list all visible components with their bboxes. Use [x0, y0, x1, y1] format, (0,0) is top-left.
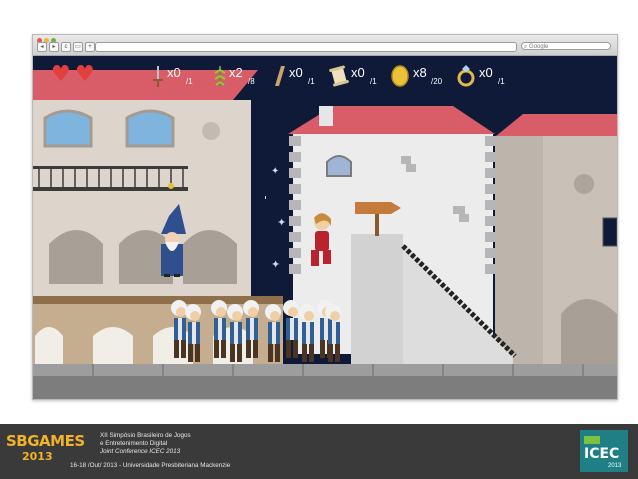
hud-item-scroll: x0 /1 [329, 64, 389, 90]
hud-item-ring: x0 /1 [455, 64, 521, 90]
herb-total: /8 [248, 77, 255, 86]
plank-total: /1 [308, 77, 315, 86]
herb-count: x2 [229, 65, 243, 80]
icec-logo-year: 2013 [608, 463, 622, 469]
footer-line-3: Joint Conference ICEC 2013 [100, 448, 181, 455]
icec-logo-text: ICEC [584, 446, 620, 462]
herb-icon [214, 66, 226, 86]
sword-icon [153, 66, 163, 87]
icec-logo: ICEC 2013 [580, 430, 628, 472]
coin-icon [391, 65, 409, 87]
ring-total: /1 [498, 77, 505, 86]
footer-line-2: e Entretenimento Digital [100, 440, 168, 447]
street [33, 376, 617, 399]
forward-button[interactable]: ▸ [49, 42, 59, 52]
address-bar[interactable] [95, 42, 517, 52]
svg-text:✦: ✦ [271, 258, 280, 271]
back-button[interactable]: ◂ [37, 42, 47, 52]
building-left [33, 70, 258, 306]
hud-item-coin: x8 /20 [391, 64, 457, 90]
sbgames-logo-year: 2013 [22, 450, 53, 463]
hud-item-sword: x0 /1 [151, 64, 211, 90]
sword-total: /1 [186, 77, 193, 86]
browser-window: ◂ ▸ c ▭ + ⌕ Google ✦ ✦ ✦ ♥ ♥ x0 /1 x2 /8… [32, 34, 618, 400]
browser-toolbar: ◂ ▸ c ▭ + ⌕ Google [33, 35, 617, 56]
svg-text:✦: ✦ [271, 166, 279, 177]
heart-icon: ♥ [75, 62, 95, 87]
game-scene: ✦ ✦ ✦ [33, 56, 617, 399]
scroll-count: x0 [351, 65, 365, 80]
plank-count: x0 [289, 65, 303, 80]
lives-hearts: ♥ ♥ [51, 62, 101, 87]
hud-item-plank: x0 /1 [269, 64, 329, 90]
sidewalk [33, 364, 617, 376]
search-icon: ⌕ [524, 44, 528, 50]
sbgames-logo: SBGAMES 2013 [6, 432, 85, 470]
scroll-total: /1 [370, 77, 377, 86]
sbgames-logo-text: SBGAMES [6, 432, 85, 450]
svg-text:✦: ✦ [277, 216, 286, 229]
screen-button[interactable]: ▭ [73, 42, 83, 52]
search-placeholder: Google [529, 44, 549, 50]
icec-logo-mark [584, 436, 600, 444]
building-right [495, 114, 617, 366]
sword-count: x0 [167, 65, 181, 80]
scroll-icon [329, 65, 349, 87]
conference-footer: SBGAMES 2013 XII Simpósio Brasileiro de … [0, 424, 638, 479]
game-viewport[interactable]: ✦ ✦ ✦ ♥ ♥ x0 /1 x2 /8 x0 /1 x0 /1 x8 /20… [33, 56, 617, 399]
coin-total: /20 [431, 77, 443, 86]
reload-button[interactable]: c [61, 42, 71, 52]
footer-line-1: XII Simpósio Brasileiro de Jogos [100, 432, 191, 439]
coin-count: x8 [413, 65, 427, 80]
new-tab-button[interactable]: + [85, 42, 95, 52]
plank-icon [275, 66, 285, 86]
ring-icon [457, 65, 475, 87]
footer-line-4: 16-18 /Out/ 2013 - Universidade Presbite… [70, 462, 231, 469]
heart-icon: ♥ [51, 62, 71, 87]
ring-count: x0 [479, 65, 493, 80]
search-field[interactable]: ⌕ Google [521, 42, 611, 50]
hud-item-herb: x2 /8 [213, 64, 273, 90]
